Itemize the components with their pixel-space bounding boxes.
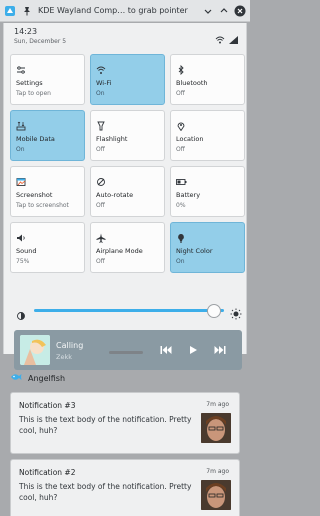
clock-time: 14:23 [14, 27, 38, 36]
tile-status: On [16, 146, 25, 153]
notification-title: Notification #2 [19, 468, 76, 477]
angelfish-app-icon [10, 372, 22, 384]
flashlight-icon [96, 116, 106, 131]
cell-signal-icon [229, 29, 238, 48]
media-title: Calling [56, 341, 84, 350]
screenshot-icon [16, 172, 26, 186]
tile-location[interactable]: Location Off [170, 110, 245, 161]
tile-status: 0% [176, 202, 186, 209]
sound-icon [16, 228, 26, 242]
brightness-handle[interactable] [207, 304, 221, 318]
tile-label: Airplane Mode [96, 247, 143, 255]
tile-status: Off [96, 258, 105, 265]
kde-app-icon [4, 5, 16, 17]
next-track-icon[interactable] [213, 344, 227, 356]
clock-date: Sun, December 5 [14, 38, 67, 45]
night-color-icon [176, 228, 186, 243]
notification-group-header: Angelfish [10, 372, 65, 384]
quick-settings-drawer: 14:23 Sun, December 5 Settings Tap to op… [3, 23, 247, 370]
tile-status: Off [96, 202, 105, 209]
notification-card[interactable]: Notification #3 7m ago This is the text … [10, 392, 240, 454]
airplane-icon [96, 228, 106, 243]
tile-status: Tap to open [16, 90, 51, 97]
bluetooth-icon [176, 60, 186, 76]
notification-app-name: Angelfish [28, 373, 66, 383]
tile-status: Tap to screenshot [16, 202, 69, 209]
tile-airplane-mode[interactable]: Airplane Mode Off [90, 222, 165, 273]
close-icon[interactable] [234, 5, 246, 17]
tile-bluetooth[interactable]: Bluetooth Off [170, 54, 245, 105]
mobile-data-icon [16, 116, 26, 131]
album-art [20, 335, 50, 365]
play-icon[interactable] [186, 344, 200, 356]
tile-night-color[interactable]: Night Color On [170, 222, 245, 273]
media-player[interactable]: Calling Zekk [14, 330, 242, 370]
media-artist: Zekk [56, 353, 72, 361]
tile-status: On [96, 90, 105, 97]
tile-label: Battery [176, 191, 201, 199]
brightness-low-icon [16, 306, 26, 325]
tile-label: Settings [16, 79, 43, 87]
notification-body: This is the text body of the notificatio… [19, 415, 192, 435]
location-icon [176, 116, 186, 132]
settings-icon [16, 60, 26, 74]
tile-auto-rotate[interactable]: Auto-rotate Off [90, 166, 165, 217]
pin-icon[interactable] [22, 6, 32, 16]
brightness-slider[interactable] [14, 304, 244, 320]
tile-flashlight[interactable]: Flashlight Off [90, 110, 165, 161]
brightness-track[interactable] [34, 309, 224, 312]
wifi-icon [96, 60, 106, 74]
notification-time: 7m ago [206, 468, 229, 475]
previous-track-icon[interactable] [159, 344, 173, 356]
tile-settings[interactable]: Settings Tap to open [10, 54, 85, 105]
drawer-drag-handle[interactable] [109, 351, 143, 354]
tile-wifi[interactable]: Wi-Fi On [90, 54, 165, 105]
tile-label: Bluetooth [176, 79, 208, 87]
tile-label: Location [176, 135, 204, 143]
window-titlebar: KDE Wayland Comp… to grab pointer [0, 0, 250, 22]
tile-sound[interactable]: Sound 75% [10, 222, 85, 273]
tile-mobile-data[interactable]: Mobile Data On [10, 110, 85, 161]
minimize-icon[interactable] [202, 5, 214, 17]
tile-label: Flashlight [96, 135, 128, 143]
tile-status: On [176, 258, 185, 265]
tile-battery[interactable]: Battery 0% [170, 166, 245, 217]
tile-label: Sound [16, 247, 37, 255]
window-title: KDE Wayland Comp… to grab pointer [38, 6, 188, 15]
notification-image [201, 480, 231, 510]
notification-card[interactable]: Notification #2 7m ago This is the text … [10, 459, 240, 516]
tile-label: Mobile Data [16, 135, 55, 143]
tile-status: Off [176, 146, 185, 153]
quick-settings-grid: Settings Tap to open Wi-Fi On Bluetooth … [10, 54, 246, 273]
notification-body: This is the text body of the notificatio… [19, 482, 192, 502]
tile-status: Off [176, 90, 185, 97]
status-icons [215, 29, 238, 48]
tile-label: Wi-Fi [96, 79, 112, 87]
tile-label: Auto-rotate [96, 191, 134, 199]
tile-status: 75% [16, 258, 30, 265]
brightness-high-icon [230, 305, 242, 324]
status-clock: 14:23 Sun, December 5 [14, 27, 66, 45]
notification-image [201, 413, 231, 443]
wifi-signal-icon [215, 29, 225, 48]
notification-time: 7m ago [206, 401, 229, 408]
auto-rotate-icon [96, 172, 106, 186]
tile-label: Screenshot [16, 191, 53, 199]
tile-screenshot[interactable]: Screenshot Tap to screenshot [10, 166, 85, 217]
battery-icon [176, 172, 187, 185]
tile-label: Night Color [176, 247, 213, 255]
notification-title: Notification #3 [19, 401, 76, 410]
maximize-icon[interactable] [218, 5, 230, 17]
tile-status: Off [96, 146, 105, 153]
